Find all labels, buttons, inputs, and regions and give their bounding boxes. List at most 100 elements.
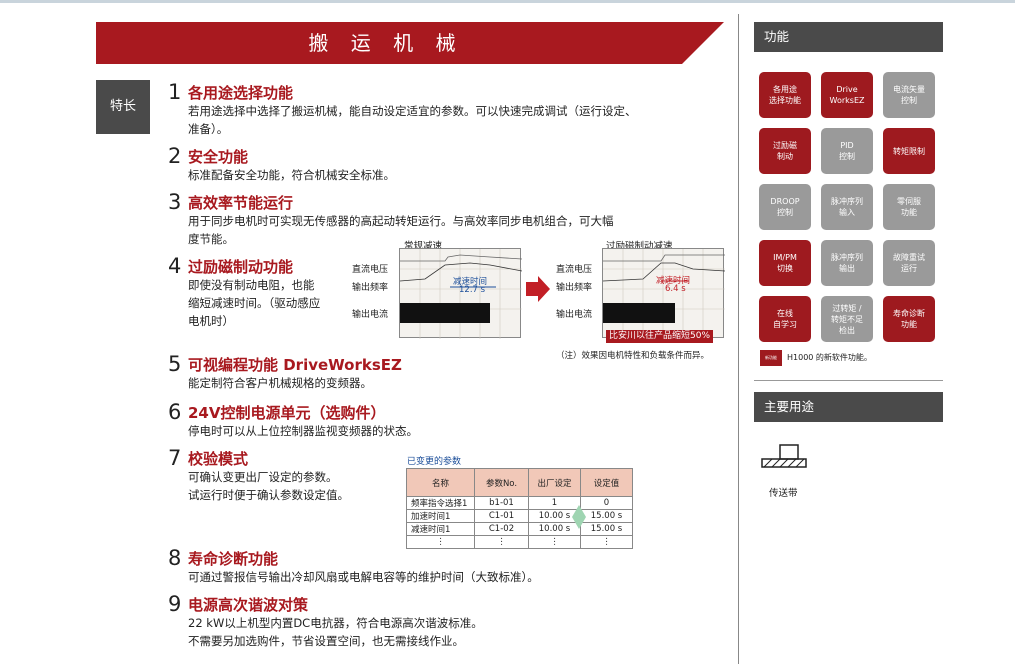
cell: 频率指令选择1	[406, 496, 475, 510]
function-button: 过转矩 / 转矩不足 检出	[821, 296, 873, 342]
label-dc-voltage-right: 直流电压	[556, 265, 593, 275]
label-output-frequency: 输出频率	[352, 283, 389, 293]
label-output-current-right: 输出电流	[556, 310, 593, 320]
col-header: 名称	[406, 468, 475, 497]
feature-desc: 若用途选择中选择了搬运机械，能自动设定适宜的参数。可以快速完成调试（运行设定、 …	[188, 102, 708, 138]
feature-desc: 22 kW以上机型内置DC电抗器，符合电源高次谐波标准。 不需要另加选购件，节省…	[188, 614, 708, 650]
cell: 加速时间1	[406, 509, 475, 523]
desc-line: 可确认变更出厂设定的参数。	[188, 470, 338, 484]
function-button: 电流矢量 控制	[883, 72, 935, 118]
desc-line: 缩短减速时间。（驱动感应	[188, 296, 321, 310]
function-button: 转矩限制	[883, 128, 935, 174]
desc-line: 可通过警报信号输出冷却风扇或电解电容等的维护时间（大致标准）。	[188, 570, 539, 584]
desc-line: 不需要另加选购件，节省设置空间，也无需接线作业。	[188, 634, 464, 648]
cell: 0	[580, 496, 633, 510]
new-function-legend-text: H1000 的新软件功能。	[787, 353, 872, 362]
feature-desc: 标准配备安全功能，符合机械安全标准。	[188, 166, 708, 184]
function-button: 故障重试 运行	[883, 240, 935, 286]
feature-number: 6	[168, 400, 182, 424]
col-header: 参数No.	[474, 468, 529, 497]
function-button-label: 零伺服 功能	[897, 197, 921, 217]
feature-number: 3	[168, 190, 182, 214]
highlight-diamond-icon	[572, 505, 586, 529]
feature-number: 4	[168, 254, 182, 278]
table-row: 加速时间1 C1-01 10.00 s 15.00 s	[406, 509, 633, 523]
panel-separator	[754, 380, 943, 381]
graph-footnote: （注）效果因电机特性和负载条件而异。	[556, 351, 710, 361]
feature-heading: 高效率节能运行	[188, 194, 294, 212]
desc-line: 停电时可以从上位控制器监视变频器的状态。	[188, 424, 418, 438]
function-button: 零伺服 功能	[883, 184, 935, 230]
cell: b1-01	[474, 496, 529, 510]
table-row: 频率指令选择1 b1-01 1 0	[406, 496, 633, 510]
function-button: 寿命诊断 功能	[883, 296, 935, 342]
function-button: IM/PM 切换	[759, 240, 811, 286]
function-button-label: 过励磁 制动	[773, 141, 797, 161]
desc-line: 若用途选择中选择了搬运机械，能自动设定适宜的参数。可以快速完成调试（运行设定、	[188, 104, 637, 118]
cell: ⋮	[528, 535, 581, 549]
function-button: PID 控制	[821, 128, 873, 174]
function-button-label: 在线 自学习	[773, 309, 797, 329]
function-button-label: 脉冲序列 输入	[831, 197, 863, 217]
title-banner: 搬 运 机 械	[96, 22, 724, 64]
desc-line: 准备）。	[188, 122, 229, 136]
function-button: 各用途 选择功能	[759, 72, 811, 118]
function-button: 脉冲序列 输出	[821, 240, 873, 286]
table-header-row: 名称 参数No. 出厂设定 设定值	[406, 468, 633, 497]
function-button-label: 寿命诊断 功能	[893, 309, 925, 329]
feature-heading: 寿命诊断功能	[188, 550, 279, 568]
cell: C1-02	[474, 522, 529, 536]
feature-heading: 电源高次谐波对策	[188, 596, 309, 614]
function-button-label: 电流矢量 控制	[893, 85, 925, 105]
cell: 15.00 s	[580, 522, 633, 536]
feature-number: 5	[168, 352, 182, 376]
feature-heading: 可视编程功能 DriveWorksEZ	[188, 356, 402, 374]
use-conveyor-label: 传送带	[769, 488, 798, 499]
feature-number: 7	[168, 446, 182, 470]
compare-badge: 比安川以往产品缩短50%	[606, 330, 714, 343]
uses-header: 主要用途	[754, 392, 943, 422]
desc-line: 22 kW以上机型内置DC电抗器，符合电源高次谐波标准。	[188, 616, 483, 630]
function-button-label: PID 控制	[839, 141, 855, 161]
param-table-title: 已变更的参数	[407, 457, 462, 467]
function-button-label: 过转矩 / 转矩不足 检出	[831, 303, 863, 335]
feature-heading: 24V控制电源单元（选购件）	[188, 404, 386, 422]
function-button: 在线 自学习	[759, 296, 811, 342]
feature-desc: 即使没有制动电阻，也能 缩短减速时间。（驱动感应 电机时）	[188, 276, 358, 330]
desc-line: 即使没有制动电阻，也能	[188, 278, 315, 292]
function-button: DROOP 控制	[759, 184, 811, 230]
feature-desc: 可确认变更出厂设定的参数。 试运行时便于确认参数设定值。	[188, 468, 408, 504]
col-header: 设定值	[580, 468, 633, 497]
function-button-label: 故障重试 运行	[893, 253, 925, 273]
function-button: 脉冲序列 输入	[821, 184, 873, 230]
desc-line: 试运行时便于确认参数设定值。	[188, 488, 349, 502]
cell: 减速时间1	[406, 522, 475, 536]
label-output-current: 输出电流	[352, 310, 389, 320]
function-button-label: 各用途 选择功能	[769, 85, 801, 105]
function-button-label: 转矩限制	[893, 146, 925, 156]
feature-heading: 校验模式	[188, 450, 249, 468]
page-title: 搬 运 机 械	[308, 31, 464, 55]
arrow-right-icon	[526, 276, 550, 302]
function-button: Drive WorksEZ	[821, 72, 873, 118]
table-row: 减速时间1 C1-02 10.00 s 15.00 s	[406, 522, 633, 536]
decel-time-value-right: 6.4 s	[665, 284, 686, 294]
function-button-label: DROOP 控制	[770, 197, 800, 217]
new-function-legend-box: 新功能	[760, 350, 782, 366]
top-border	[0, 0, 1015, 3]
column-divider	[738, 14, 739, 664]
function-button-label: Drive WorksEZ	[829, 85, 865, 105]
cell: ⋮	[406, 535, 475, 549]
conveyor-icon	[761, 444, 807, 468]
feature-heading: 过励磁制动功能	[188, 258, 294, 276]
cell: ⋮	[580, 535, 633, 549]
cell: C1-01	[474, 509, 529, 523]
feature-desc: 可通过警报信号输出冷却风扇或电解电容等的维护时间（大致标准）。	[188, 568, 708, 586]
desc-line: 用于同步电机时可实现无传感器的高起动转矩运行。与高效率同步电机组合，可大幅	[188, 214, 614, 228]
feature-heading: 安全功能	[188, 148, 249, 166]
table-row-ellipsis: ⋮ ⋮ ⋮ ⋮	[406, 535, 633, 549]
decel-time-value-left: 12.7 s	[459, 285, 486, 295]
features-tag: 特长	[96, 80, 150, 134]
feature-heading: 各用途选择功能	[188, 84, 294, 102]
graph-overexcitation-decel	[602, 248, 726, 339]
